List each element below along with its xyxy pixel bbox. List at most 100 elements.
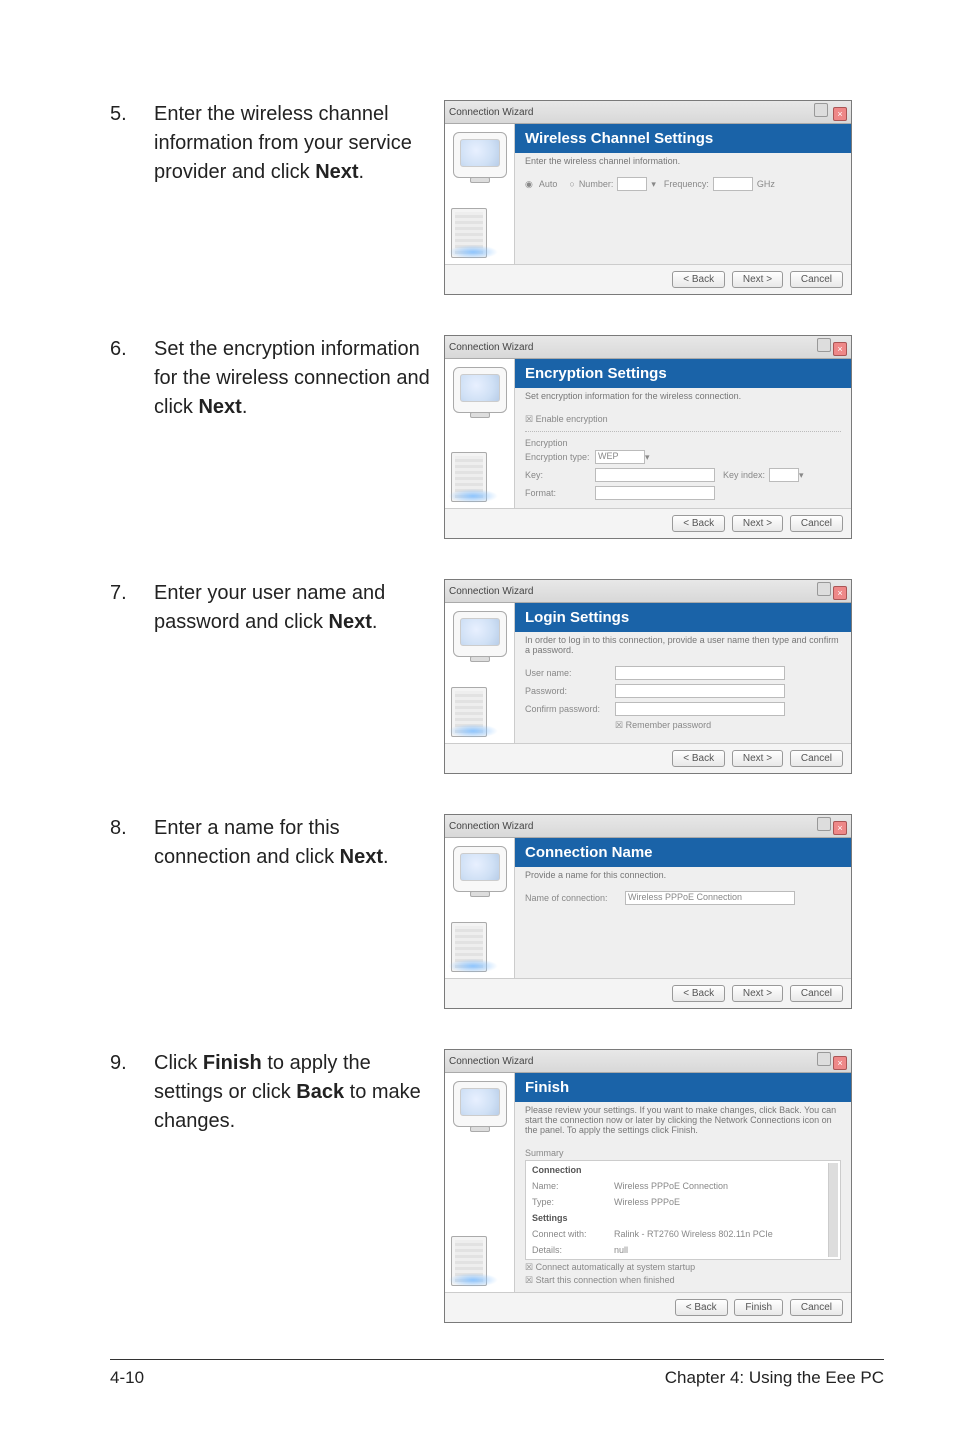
- tower-icon: [451, 687, 487, 737]
- confirm-label: Confirm password:: [525, 704, 615, 714]
- tower-icon: [451, 1236, 487, 1286]
- dialog-5-wrap: Connection Wizard × Wireless Channel Set…: [444, 100, 884, 295]
- dialog-subtitle: Provide a name for this connection.: [515, 867, 851, 883]
- auto-start-label: Connect automatically at system startup: [536, 1262, 696, 1272]
- step-number: 5.: [110, 100, 154, 128]
- help-icon[interactable]: [817, 582, 831, 596]
- dialog-title-text: Connection Wizard: [449, 821, 533, 832]
- dialog-titlebar: Connection Wizard ×: [445, 580, 851, 603]
- tower-icon: [451, 922, 487, 972]
- key-label: Key:: [525, 470, 595, 480]
- remember-label: Remember password: [626, 720, 712, 730]
- step-text-part1: Set the encryption information for the w…: [154, 338, 430, 418]
- step-bold-next: Next: [315, 161, 358, 183]
- next-button[interactable]: Next >: [732, 985, 783, 1002]
- number-input[interactable]: [617, 177, 647, 191]
- step-text-part1: Enter a name for this connection and cli…: [154, 817, 340, 868]
- step-number: 9.: [110, 1049, 154, 1077]
- start-now-label: Start this connection when finished: [536, 1275, 675, 1285]
- back-button[interactable]: < Back: [672, 985, 725, 1002]
- help-icon[interactable]: [817, 817, 831, 831]
- format-select[interactable]: [595, 486, 715, 500]
- back-button[interactable]: < Back: [675, 1299, 728, 1316]
- conn-name-input[interactable]: Wireless PPPoE Connection: [625, 891, 795, 905]
- step-8: 8. Enter a name for this connection and …: [110, 814, 884, 1009]
- step-text-part3: .: [359, 161, 365, 183]
- dialog-sidebar: [445, 124, 515, 264]
- next-button[interactable]: Next >: [732, 750, 783, 767]
- cancel-button[interactable]: Cancel: [790, 750, 843, 767]
- dialog-titlebar: Connection Wizard ×: [445, 336, 851, 359]
- password-input[interactable]: [615, 684, 785, 698]
- dialog-banner: Finish: [515, 1073, 851, 1102]
- step-text-part1: Click: [154, 1052, 203, 1074]
- connection-header: Connection: [528, 1163, 826, 1177]
- number-radio[interactable]: ○: [569, 179, 574, 189]
- cancel-button[interactable]: Cancel: [790, 271, 843, 288]
- scrollbar[interactable]: [828, 1163, 838, 1257]
- ghz-label: GHz: [757, 179, 775, 189]
- step-number: 6.: [110, 335, 154, 363]
- auto-start-checkbox[interactable]: ☒: [525, 1262, 536, 1272]
- connect-with-key: Connect with:: [528, 1227, 608, 1241]
- dialog-banner: Connection Name: [515, 838, 851, 867]
- username-input[interactable]: [615, 666, 785, 680]
- next-button[interactable]: Next >: [732, 515, 783, 532]
- frequency-label: Frequency:: [664, 179, 709, 189]
- close-icon[interactable]: ×: [833, 586, 847, 600]
- step-7: 7. Enter your user name and password and…: [110, 579, 884, 774]
- number-label: Number:: [579, 179, 614, 189]
- dialog-titlebar: Connection Wizard ×: [445, 815, 851, 838]
- step-text: Enter a name for this connection and cli…: [154, 814, 444, 872]
- dialog-title-text: Connection Wizard: [449, 1056, 533, 1067]
- enable-encryption-checkbox[interactable]: ☒: [525, 414, 536, 424]
- step-text-part3: .: [383, 846, 389, 868]
- close-icon[interactable]: ×: [833, 1056, 847, 1070]
- step-text: Enter the wireless channel information f…: [154, 100, 444, 187]
- back-button[interactable]: < Back: [672, 515, 725, 532]
- encryption-group-label: Encryption: [525, 438, 841, 448]
- next-button[interactable]: Next >: [732, 271, 783, 288]
- step-bold-next: Next: [329, 611, 372, 633]
- dialog-7-wrap: Connection Wizard × Login Settings In or…: [444, 579, 884, 774]
- key-index-select[interactable]: [769, 468, 799, 482]
- dialog-banner: Wireless Channel Settings: [515, 124, 851, 153]
- step-text-part1: Enter the wireless channel information f…: [154, 103, 412, 183]
- finish-button[interactable]: Finish: [734, 1299, 783, 1316]
- frequency-input[interactable]: [713, 177, 753, 191]
- cancel-button[interactable]: Cancel: [790, 515, 843, 532]
- close-icon[interactable]: ×: [833, 342, 847, 356]
- help-icon[interactable]: [817, 1052, 831, 1066]
- close-icon[interactable]: ×: [833, 821, 847, 835]
- connect-with-value: Ralink - RT2760 Wireless 802.11n PCIe: [610, 1227, 826, 1241]
- page-footer: 4-10 Chapter 4: Using the Eee PC: [0, 1359, 954, 1388]
- auto-radio[interactable]: ◉: [525, 179, 533, 190]
- dialog-login: Connection Wizard × Login Settings In or…: [444, 579, 852, 774]
- enc-type-select[interactable]: WEP: [595, 450, 645, 464]
- page-number: 4-10: [110, 1368, 144, 1388]
- help-icon[interactable]: [814, 103, 828, 117]
- key-input[interactable]: [595, 468, 715, 482]
- dialog-banner: Login Settings: [515, 603, 851, 632]
- remember-checkbox[interactable]: ☒: [615, 720, 626, 730]
- format-label: Format:: [525, 488, 595, 498]
- confirm-input[interactable]: [615, 702, 785, 716]
- monitor-icon: [453, 846, 507, 892]
- dialog-subtitle: Enter the wireless channel information.: [515, 153, 851, 169]
- step-number: 7.: [110, 579, 154, 607]
- help-icon[interactable]: [817, 338, 831, 352]
- back-button[interactable]: < Back: [672, 271, 725, 288]
- step-text-part3: .: [372, 611, 378, 633]
- start-now-checkbox[interactable]: ☒: [525, 1275, 536, 1285]
- key-index-label: Key index:: [723, 470, 765, 480]
- type-value: Wireless PPPoE: [610, 1195, 826, 1209]
- step-6: 6. Set the encryption information for th…: [110, 335, 884, 539]
- page-body: 5. Enter the wireless channel informatio…: [0, 0, 954, 1323]
- close-icon[interactable]: ×: [833, 107, 847, 121]
- back-button[interactable]: < Back: [672, 750, 725, 767]
- cancel-button[interactable]: Cancel: [790, 985, 843, 1002]
- cancel-button[interactable]: Cancel: [790, 1299, 843, 1316]
- step-9: 9. Click Finish to apply the settings or…: [110, 1049, 884, 1323]
- dialog-titlebar: Connection Wizard ×: [445, 1050, 851, 1073]
- tower-icon: [451, 452, 487, 502]
